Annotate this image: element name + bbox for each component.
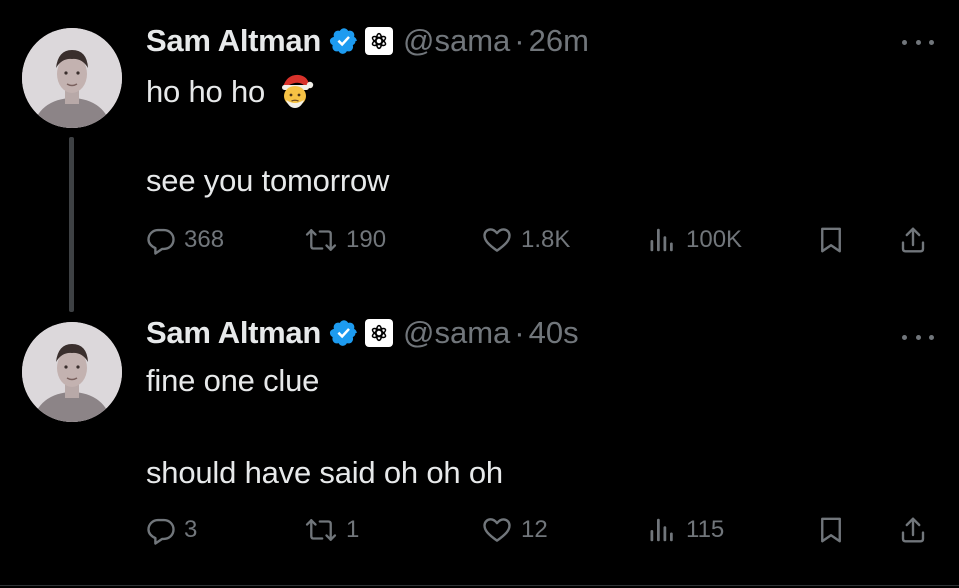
thread-connector-line — [69, 137, 74, 312]
reply-button[interactable]: 368 — [146, 220, 224, 260]
bookmark-button[interactable] — [816, 510, 846, 550]
tweet-text-line-1: fine one clue — [146, 363, 320, 398]
views-chart-icon — [650, 518, 673, 542]
repost-button[interactable]: 1 — [304, 510, 359, 550]
separator-dot: · — [514, 315, 525, 350]
share-icon — [901, 227, 925, 253]
timestamp[interactable]: 26m — [529, 23, 589, 59]
tweet-header: Sam Altman @sama · 40s — [146, 313, 579, 353]
share-icon — [901, 517, 925, 543]
author-name[interactable]: Sam Altman — [146, 315, 321, 351]
tweet-1[interactable]: Sam Altman @sama · 26m ho ho ho see you … — [0, 0, 959, 312]
reply-count: 3 — [184, 516, 198, 543]
views-button[interactable]: 100K — [648, 220, 742, 260]
reply-icon — [147, 228, 175, 255]
separator-dot: · — [514, 23, 525, 58]
avatar[interactable] — [22, 322, 122, 422]
heart-icon — [483, 518, 511, 542]
share-button[interactable] — [898, 220, 928, 260]
avatar-image — [22, 322, 122, 422]
avatar[interactable] — [22, 28, 122, 128]
tweet-text: ho ho ho — [146, 74, 266, 109]
tweet-text-line-2: see you tomorrow — [146, 163, 390, 198]
reply-button[interactable]: 3 — [146, 510, 197, 550]
like-button[interactable]: 1.8K — [481, 220, 570, 260]
bottom-divider — [0, 585, 959, 586]
like-count: 1.8K — [521, 226, 571, 253]
verified-badge-icon[interactable] — [329, 318, 359, 348]
bookmark-icon — [821, 227, 841, 253]
tweet-2[interactable]: Sam Altman @sama · 40s fine one clue sho… — [0, 300, 959, 588]
heart-icon — [483, 228, 511, 252]
like-count: 12 — [521, 516, 548, 543]
timestamp[interactable]: 40s — [529, 315, 579, 351]
like-button[interactable]: 12 — [481, 510, 548, 550]
openai-logo-icon[interactable] — [365, 319, 394, 347]
reply-icon — [147, 518, 175, 545]
avatar-image — [22, 28, 122, 128]
more-options-icon[interactable] — [902, 37, 934, 47]
views-button[interactable]: 115 — [648, 510, 724, 550]
views-count: 115 — [686, 516, 725, 543]
tweet-text-line-1: ho ho ho — [146, 70, 315, 110]
reply-count: 368 — [184, 226, 225, 253]
more-options-icon[interactable] — [902, 332, 934, 342]
author-handle[interactable]: @sama — [403, 315, 510, 351]
views-chart-icon — [650, 228, 673, 252]
tweet-header: Sam Altman @sama · 26m — [146, 21, 589, 61]
tweet-actions: 368 190 1.8K 100K — [146, 220, 946, 260]
bookmark-button[interactable] — [816, 220, 846, 260]
openai-logo-icon[interactable] — [365, 27, 394, 55]
author-handle[interactable]: @sama — [403, 23, 510, 59]
author-name[interactable]: Sam Altman — [146, 23, 321, 59]
repost-count: 1 — [346, 516, 360, 543]
repost-button[interactable]: 190 — [304, 220, 386, 260]
views-count: 100K — [686, 226, 743, 253]
repost-icon — [305, 229, 337, 251]
santa-face-emoji — [275, 70, 315, 110]
repost-icon — [305, 519, 337, 541]
bookmark-icon — [821, 517, 841, 543]
tweet-actions: 3 1 12 115 — [146, 510, 946, 550]
share-button[interactable] — [898, 510, 928, 550]
tweet-text-line-2: should have said oh oh oh — [146, 455, 503, 490]
repost-count: 190 — [346, 226, 387, 253]
verified-badge-icon[interactable] — [329, 26, 359, 56]
